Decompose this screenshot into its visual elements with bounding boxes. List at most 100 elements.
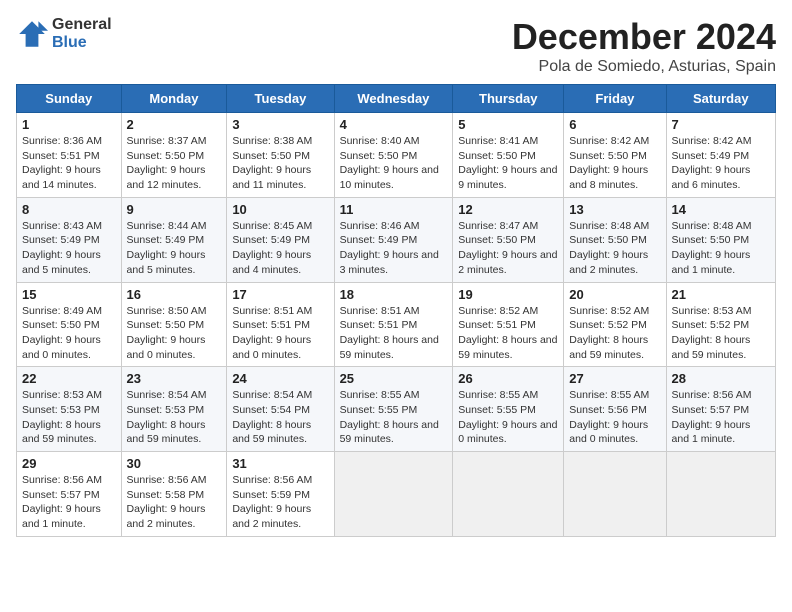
day-info: Sunrise: 8:40 AMSunset: 5:50 PMDaylight:… (340, 135, 439, 191)
day-cell: 29 Sunrise: 8:56 AMSunset: 5:57 PMDaylig… (17, 452, 122, 537)
day-cell: 12 Sunrise: 8:47 AMSunset: 5:50 PMDaylig… (453, 197, 564, 282)
day-info: Sunrise: 8:52 AMSunset: 5:51 PMDaylight:… (458, 305, 557, 361)
header-row: SundayMondayTuesdayWednesdayThursdayFrid… (17, 85, 776, 113)
day-cell (334, 452, 453, 537)
day-info: Sunrise: 8:52 AMSunset: 5:52 PMDaylight:… (569, 305, 649, 361)
day-info: Sunrise: 8:43 AMSunset: 5:49 PMDaylight:… (22, 220, 102, 276)
day-info: Sunrise: 8:53 AMSunset: 5:52 PMDaylight:… (672, 305, 752, 361)
day-info: Sunrise: 8:51 AMSunset: 5:51 PMDaylight:… (340, 305, 439, 361)
day-cell: 30 Sunrise: 8:56 AMSunset: 5:58 PMDaylig… (121, 452, 227, 537)
day-info: Sunrise: 8:42 AMSunset: 5:50 PMDaylight:… (569, 135, 649, 191)
day-info: Sunrise: 8:53 AMSunset: 5:53 PMDaylight:… (22, 389, 102, 445)
day-cell: 20 Sunrise: 8:52 AMSunset: 5:52 PMDaylig… (564, 282, 666, 367)
day-info: Sunrise: 8:49 AMSunset: 5:50 PMDaylight:… (22, 305, 102, 361)
day-info: Sunrise: 8:54 AMSunset: 5:53 PMDaylight:… (127, 389, 207, 445)
day-info: Sunrise: 8:55 AMSunset: 5:55 PMDaylight:… (340, 389, 439, 445)
day-cell: 14 Sunrise: 8:48 AMSunset: 5:50 PMDaylig… (666, 197, 775, 282)
day-cell: 4 Sunrise: 8:40 AMSunset: 5:50 PMDayligh… (334, 113, 453, 198)
day-cell: 27 Sunrise: 8:55 AMSunset: 5:56 PMDaylig… (564, 367, 666, 452)
header: General Blue December 2024 Pola de Somie… (16, 16, 776, 76)
day-cell: 19 Sunrise: 8:52 AMSunset: 5:51 PMDaylig… (453, 282, 564, 367)
calendar-body: 1 Sunrise: 8:36 AMSunset: 5:51 PMDayligh… (17, 113, 776, 537)
day-info: Sunrise: 8:55 AMSunset: 5:56 PMDaylight:… (569, 389, 649, 445)
day-cell: 10 Sunrise: 8:45 AMSunset: 5:49 PMDaylig… (227, 197, 334, 282)
day-cell (666, 452, 775, 537)
day-cell: 17 Sunrise: 8:51 AMSunset: 5:51 PMDaylig… (227, 282, 334, 367)
day-info: Sunrise: 8:56 AMSunset: 5:57 PMDaylight:… (22, 474, 102, 530)
week-row-5: 29 Sunrise: 8:56 AMSunset: 5:57 PMDaylig… (17, 452, 776, 537)
header-cell-sunday: Sunday (17, 85, 122, 113)
day-cell (453, 452, 564, 537)
day-cell: 16 Sunrise: 8:50 AMSunset: 5:50 PMDaylig… (121, 282, 227, 367)
day-cell: 13 Sunrise: 8:48 AMSunset: 5:50 PMDaylig… (564, 197, 666, 282)
day-info: Sunrise: 8:42 AMSunset: 5:49 PMDaylight:… (672, 135, 752, 191)
day-number: 22 (22, 371, 116, 386)
calendar-header: SundayMondayTuesdayWednesdayThursdayFrid… (17, 85, 776, 113)
week-row-2: 8 Sunrise: 8:43 AMSunset: 5:49 PMDayligh… (17, 197, 776, 282)
day-number: 30 (127, 456, 222, 471)
day-number: 1 (22, 117, 116, 132)
day-cell (564, 452, 666, 537)
header-cell-friday: Friday (564, 85, 666, 113)
week-row-4: 22 Sunrise: 8:53 AMSunset: 5:53 PMDaylig… (17, 367, 776, 452)
location-title: Pola de Somiedo, Asturias, Spain (512, 58, 776, 76)
title-area: December 2024 Pola de Somiedo, Asturias,… (512, 16, 776, 76)
day-number: 26 (458, 371, 558, 386)
day-number: 20 (569, 287, 660, 302)
day-info: Sunrise: 8:54 AMSunset: 5:54 PMDaylight:… (232, 389, 312, 445)
day-info: Sunrise: 8:44 AMSunset: 5:49 PMDaylight:… (127, 220, 207, 276)
day-cell: 3 Sunrise: 8:38 AMSunset: 5:50 PMDayligh… (227, 113, 334, 198)
day-number: 12 (458, 202, 558, 217)
day-number: 25 (340, 371, 448, 386)
day-cell: 28 Sunrise: 8:56 AMSunset: 5:57 PMDaylig… (666, 367, 775, 452)
day-number: 27 (569, 371, 660, 386)
day-number: 16 (127, 287, 222, 302)
day-info: Sunrise: 8:46 AMSunset: 5:49 PMDaylight:… (340, 220, 439, 276)
day-cell: 18 Sunrise: 8:51 AMSunset: 5:51 PMDaylig… (334, 282, 453, 367)
day-info: Sunrise: 8:37 AMSunset: 5:50 PMDaylight:… (127, 135, 207, 191)
day-cell: 25 Sunrise: 8:55 AMSunset: 5:55 PMDaylig… (334, 367, 453, 452)
day-info: Sunrise: 8:41 AMSunset: 5:50 PMDaylight:… (458, 135, 557, 191)
day-number: 18 (340, 287, 448, 302)
day-info: Sunrise: 8:38 AMSunset: 5:50 PMDaylight:… (232, 135, 312, 191)
day-number: 13 (569, 202, 660, 217)
day-number: 19 (458, 287, 558, 302)
day-cell: 24 Sunrise: 8:54 AMSunset: 5:54 PMDaylig… (227, 367, 334, 452)
day-number: 23 (127, 371, 222, 386)
day-info: Sunrise: 8:55 AMSunset: 5:55 PMDaylight:… (458, 389, 557, 445)
day-cell: 11 Sunrise: 8:46 AMSunset: 5:49 PMDaylig… (334, 197, 453, 282)
header-cell-thursday: Thursday (453, 85, 564, 113)
logo: General Blue (16, 16, 112, 52)
day-info: Sunrise: 8:51 AMSunset: 5:51 PMDaylight:… (232, 305, 312, 361)
day-info: Sunrise: 8:45 AMSunset: 5:49 PMDaylight:… (232, 220, 312, 276)
day-info: Sunrise: 8:56 AMSunset: 5:57 PMDaylight:… (672, 389, 752, 445)
week-row-1: 1 Sunrise: 8:36 AMSunset: 5:51 PMDayligh… (17, 113, 776, 198)
week-row-3: 15 Sunrise: 8:49 AMSunset: 5:50 PMDaylig… (17, 282, 776, 367)
logo-text: General Blue (52, 16, 112, 52)
logo-icon (16, 18, 48, 50)
day-cell: 31 Sunrise: 8:56 AMSunset: 5:59 PMDaylig… (227, 452, 334, 537)
day-number: 7 (672, 117, 770, 132)
day-number: 2 (127, 117, 222, 132)
day-cell: 2 Sunrise: 8:37 AMSunset: 5:50 PMDayligh… (121, 113, 227, 198)
day-number: 21 (672, 287, 770, 302)
day-number: 31 (232, 456, 328, 471)
day-number: 9 (127, 202, 222, 217)
day-number: 8 (22, 202, 116, 217)
day-cell: 15 Sunrise: 8:49 AMSunset: 5:50 PMDaylig… (17, 282, 122, 367)
day-cell: 26 Sunrise: 8:55 AMSunset: 5:55 PMDaylig… (453, 367, 564, 452)
day-number: 17 (232, 287, 328, 302)
day-cell: 9 Sunrise: 8:44 AMSunset: 5:49 PMDayligh… (121, 197, 227, 282)
day-info: Sunrise: 8:48 AMSunset: 5:50 PMDaylight:… (672, 220, 752, 276)
day-number: 3 (232, 117, 328, 132)
header-cell-monday: Monday (121, 85, 227, 113)
day-cell: 5 Sunrise: 8:41 AMSunset: 5:50 PMDayligh… (453, 113, 564, 198)
day-number: 4 (340, 117, 448, 132)
day-number: 28 (672, 371, 770, 386)
day-cell: 1 Sunrise: 8:36 AMSunset: 5:51 PMDayligh… (17, 113, 122, 198)
day-info: Sunrise: 8:48 AMSunset: 5:50 PMDaylight:… (569, 220, 649, 276)
day-info: Sunrise: 8:56 AMSunset: 5:58 PMDaylight:… (127, 474, 207, 530)
month-title: December 2024 (512, 16, 776, 58)
day-number: 29 (22, 456, 116, 471)
calendar-table: SundayMondayTuesdayWednesdayThursdayFrid… (16, 84, 776, 537)
